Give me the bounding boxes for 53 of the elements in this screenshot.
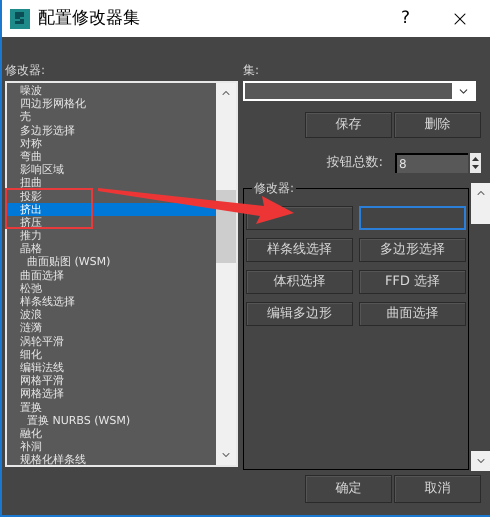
help-button[interactable]: ? <box>400 6 410 32</box>
list-item[interactable]: 多边形选择 <box>7 124 75 137</box>
modifier-slot-button[interactable]: 体积选择 <box>246 270 353 294</box>
list-item[interactable]: 融化 <box>7 426 42 440</box>
list-item[interactable]: 晶格 <box>7 242 42 256</box>
spinner[interactable] <box>470 153 481 173</box>
group-label: 修改器: <box>252 180 296 196</box>
button-count-field[interactable]: 8 <box>395 153 468 173</box>
list-item[interactable]: 置换 <box>7 400 42 414</box>
modifier-slot-button[interactable]: 样条线选择 <box>246 238 353 262</box>
list-item[interactable]: 细化 <box>7 348 42 361</box>
list-item[interactable]: 弯曲 <box>7 150 42 164</box>
window-title: 配置修改器集 <box>38 6 140 30</box>
button-count-label: 按钮总数: <box>326 154 383 172</box>
scrollbar[interactable] <box>216 83 236 465</box>
list-item[interactable]: 编辑法线 <box>7 360 64 374</box>
list-item[interactable]: 影响区域 <box>7 163 64 176</box>
list-item[interactable]: 波浪 <box>7 308 42 322</box>
modifier-slot-button[interactable]: 多边形选择 <box>359 238 466 262</box>
sets-label: 集: <box>243 62 260 79</box>
list-item[interactable]: 曲面贴图 (WSM) <box>7 255 110 269</box>
list-item[interactable]: 规格化样条线 <box>7 453 86 465</box>
modifier-slot-button[interactable] <box>359 206 466 230</box>
modifier-slot-button[interactable]: 编辑多边形 <box>246 302 353 326</box>
list-item[interactable]: 松弛 <box>7 282 42 295</box>
list-item[interactable]: 对称 <box>7 136 42 150</box>
list-item[interactable]: 网格平滑 <box>7 374 64 388</box>
list-item[interactable]: 置换 NURBS (WSM) <box>7 414 130 427</box>
list-item[interactable]: 挤压 <box>7 216 42 230</box>
modifier-slot-button[interactable]: FFD 选择 <box>359 270 466 294</box>
modifiers-label: 修改器: <box>5 62 46 79</box>
list-item[interactable]: 扭曲 <box>7 176 42 190</box>
list-item[interactable]: 噪波 <box>7 84 42 98</box>
list-item[interactable]: 网格选择 <box>7 387 64 400</box>
ok-button[interactable]: 确定 <box>305 475 392 503</box>
group-scrollbar[interactable] <box>471 183 490 471</box>
list-item[interactable]: 补洞 <box>7 440 42 454</box>
list-item[interactable]: 推力 <box>7 229 42 242</box>
list-item[interactable]: 曲面选择 <box>7 268 64 282</box>
app-logo-icon <box>10 8 30 28</box>
list-item[interactable]: 涡轮平滑 <box>7 334 64 348</box>
cancel-button[interactable]: 取消 <box>394 475 481 503</box>
list-item[interactable]: 样条线选择 <box>7 295 75 308</box>
list-item[interactable]: 投影 <box>7 190 42 203</box>
list-item[interactable]: 壳 <box>7 110 31 124</box>
list-item[interactable]: 四边形网格化 <box>7 97 86 110</box>
spin-arrows-icon <box>472 156 479 170</box>
list-item[interactable]: 涟漪 <box>7 321 42 335</box>
delete-button[interactable]: 删除 <box>394 112 481 138</box>
save-button[interactable]: 保存 <box>305 112 392 138</box>
modifier-slot-button[interactable]: 曲面选择 <box>359 302 466 326</box>
set-dropdown[interactable] <box>243 81 476 101</box>
list-item[interactable]: 挤出 <box>7 202 216 216</box>
